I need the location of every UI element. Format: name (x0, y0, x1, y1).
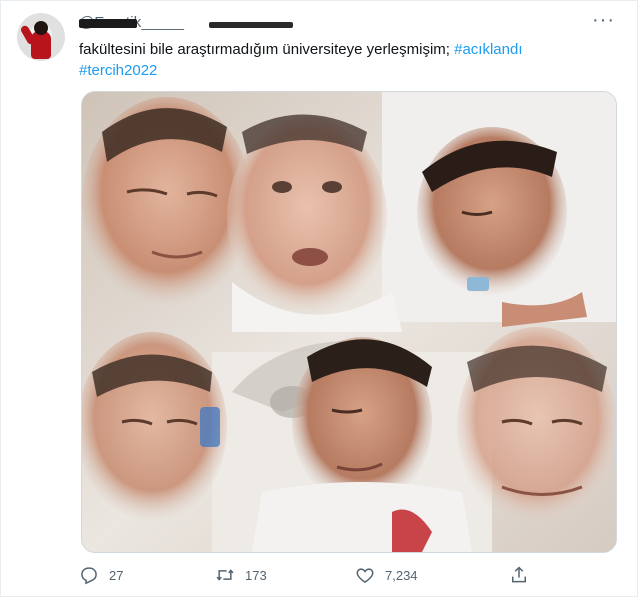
share-icon (512, 566, 526, 583)
open-eye (272, 181, 292, 193)
mouth (292, 248, 328, 266)
reply-icon (81, 567, 97, 585)
collage-image (82, 92, 616, 552)
open-eye (322, 181, 342, 193)
tweet-header: @Ematik_____ (79, 14, 579, 34)
like-count: 7,234 (385, 567, 418, 583)
reply-button[interactable]: 27 (79, 561, 123, 589)
more-icon[interactable]: ··· (592, 10, 615, 30)
hashtag-link[interactable]: #acıklandı (454, 41, 522, 58)
tweet-media-collage[interactable] (81, 91, 617, 553)
gown (252, 482, 472, 552)
redaction-bar (209, 22, 293, 28)
tweet-actions: 27 173 7,234 (79, 561, 539, 589)
iv-tape (467, 277, 489, 291)
like-icon (356, 568, 374, 583)
retweet-count: 173 (245, 567, 267, 583)
avatar-figure-body (31, 31, 51, 59)
avatar-figure-head (34, 21, 48, 35)
tweet-text-body: fakültesini bile araştırmadığım üniversi… (79, 41, 455, 58)
redaction-bar (79, 19, 137, 28)
avatar[interactable] (17, 13, 65, 61)
tweet-text: fakültesini bile araştırmadığım üniversi… (79, 39, 609, 81)
tweet-card[interactable]: @Ematik_____ ··· fakültesini bile araştı… (0, 0, 638, 597)
retweet-button[interactable]: 173 (215, 561, 267, 589)
iv-bag (200, 407, 220, 447)
hashtag-link[interactable]: #tercih2022 (79, 60, 609, 81)
retweet-icon (216, 569, 234, 581)
like-button[interactable]: 7,234 (355, 561, 418, 589)
reply-count: 27 (109, 567, 124, 583)
share-button[interactable] (509, 561, 539, 589)
